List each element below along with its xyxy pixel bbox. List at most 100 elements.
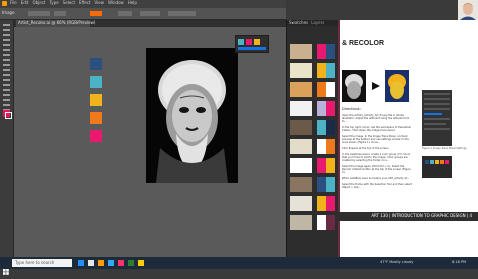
- menu-item[interactable]: File: [10, 1, 17, 5]
- taskbar-app-icon[interactable]: [108, 260, 114, 266]
- taskbar-app-icon[interactable]: [78, 260, 84, 266]
- menu-item[interactable]: Type: [49, 1, 58, 5]
- tool-icon[interactable]: [3, 89, 10, 91]
- document-tab-bar: Artist_Recolor.ai @ 66% (RGB/Preview): [14, 20, 286, 27]
- taskbar-search-placeholder: Type here to search: [15, 260, 55, 265]
- tool-icon[interactable]: [3, 69, 10, 71]
- tool-icon[interactable]: [3, 74, 10, 76]
- tool-icon[interactable]: [3, 49, 10, 51]
- instruction-step: Select the image again (Ctrl/Cmd + A). S…: [342, 165, 411, 174]
- instruction-document: & RECOLOR Directions: Open the Art101_Ac…: [338, 20, 478, 257]
- stroke-color-icon[interactable]: [5, 112, 12, 119]
- taskbar-app-icon[interactable]: [138, 260, 144, 266]
- tool-icon[interactable]: [3, 24, 10, 26]
- color-group-strip[interactable]: [317, 196, 335, 211]
- instruction-step: Select the frame with the Selection Tool…: [342, 183, 412, 189]
- color-group-strip[interactable]: [317, 215, 335, 230]
- color-group-strip[interactable]: [317, 101, 335, 116]
- control-bar: Image: [0, 8, 286, 20]
- panel-progress: [238, 47, 266, 50]
- library-thumbnail[interactable]: [290, 101, 312, 116]
- taskbar-app-icon[interactable]: [88, 260, 94, 266]
- image-trace-panel-figure: [422, 90, 452, 146]
- color-group-strip[interactable]: [317, 63, 335, 78]
- menu-item[interactable]: Edit: [21, 1, 29, 5]
- mask-button[interactable]: [118, 11, 132, 16]
- library-thumbnail[interactable]: [290, 177, 312, 192]
- color-swatch[interactable]: [90, 58, 102, 70]
- panel-swatch-icon: [254, 39, 260, 45]
- clock: 8:18 PM: [452, 260, 467, 264]
- library-thumbnail[interactable]: [290, 63, 312, 78]
- taskbar-app-icon[interactable]: [98, 260, 104, 266]
- tab-swatches[interactable]: Swatches: [289, 21, 308, 26]
- instruction-step: Open the Art101_Activity_Art_01.jpg file…: [342, 114, 410, 123]
- doc-heading: & RECOLOR: [342, 40, 384, 47]
- panel-swatch-icon: [246, 39, 252, 45]
- opacity-field[interactable]: [168, 11, 196, 16]
- color-group-strip[interactable]: [317, 82, 335, 97]
- webcam-feed: [458, 0, 478, 20]
- taskbar-app-icon[interactable]: [118, 260, 124, 266]
- arrow-right-icon: [372, 82, 380, 90]
- tool-icon[interactable]: [3, 34, 10, 36]
- crop-image-button[interactable]: [140, 11, 160, 16]
- color-group-strip[interactable]: [317, 139, 335, 154]
- instruction-step: When satisfied, save and place your ART_…: [342, 177, 410, 180]
- figure-caption: Figure 1 Image Trace Panel Settings: [422, 147, 467, 150]
- portrait-image[interactable]: [146, 48, 238, 183]
- tools-panel: [0, 20, 14, 257]
- library-thumbnail[interactable]: [290, 215, 312, 230]
- tool-icon[interactable]: [3, 104, 10, 106]
- color-group-strip[interactable]: [317, 158, 335, 173]
- artboard[interactable]: [146, 48, 238, 183]
- image-trace-button[interactable]: [90, 11, 102, 16]
- library-thumbnail[interactable]: [290, 139, 312, 154]
- tool-icon[interactable]: [3, 64, 10, 66]
- bw-portrait-thumbnail: [342, 70, 366, 102]
- doc-accent-bar: [338, 20, 340, 257]
- embed-button[interactable]: [54, 11, 66, 16]
- taskbar-search-box[interactable]: Type here to search: [12, 259, 72, 267]
- menu-item[interactable]: View: [95, 1, 105, 5]
- tool-icon[interactable]: [3, 79, 10, 81]
- tool-icon[interactable]: [3, 54, 10, 56]
- start-icon[interactable]: [3, 260, 9, 275]
- color-group-strip[interactable]: [317, 44, 335, 59]
- tool-icon[interactable]: [3, 29, 10, 31]
- tool-icon[interactable]: [3, 39, 10, 41]
- color-swatch[interactable]: [90, 130, 102, 142]
- directions-label: Directions:: [342, 107, 361, 111]
- tool-icon[interactable]: [3, 59, 10, 61]
- control-bar-label: Image: [2, 10, 15, 15]
- taskbar: Type here to search 47°F Mostly cloudy 8…: [0, 257, 478, 275]
- library-thumbnail[interactable]: [290, 82, 312, 97]
- tool-icon[interactable]: [3, 44, 10, 46]
- link-button[interactable]: [28, 11, 50, 16]
- library-thumbnail[interactable]: [290, 44, 312, 59]
- tool-icon[interactable]: [3, 84, 10, 86]
- color-group-strip[interactable]: [317, 120, 335, 135]
- tab-layers[interactable]: Layers: [311, 21, 324, 26]
- menu-item[interactable]: Select: [63, 1, 75, 5]
- color-swatch[interactable]: [90, 94, 102, 106]
- tool-icon[interactable]: [3, 94, 10, 96]
- library-thumbnail[interactable]: [290, 158, 312, 173]
- color-swatch[interactable]: [90, 112, 102, 124]
- document-tab[interactable]: Artist_Recolor.ai @ 66% (RGB/Preview): [16, 20, 95, 27]
- menu-item[interactable]: Window: [108, 1, 124, 5]
- color-swatch[interactable]: [90, 76, 102, 88]
- instruction-step: Select the image. In the Image Trace Pan…: [342, 135, 409, 144]
- right-panel: Swatches Layers: [286, 20, 341, 257]
- right-panel-tabs: Swatches Layers: [287, 20, 341, 26]
- menu-item[interactable]: Help: [128, 1, 137, 5]
- color-group-strip[interactable]: [317, 177, 335, 192]
- floating-panel[interactable]: [235, 35, 269, 53]
- menu-bar: File Edit Object Type Select Effect View Window…: [0, 0, 286, 8]
- library-thumbnail[interactable]: [290, 120, 312, 135]
- menu-item[interactable]: Object: [32, 1, 45, 5]
- taskbar-app-icon[interactable]: [128, 260, 134, 266]
- menu-item[interactable]: Effect: [79, 1, 91, 5]
- library-thumbnail[interactable]: [290, 196, 312, 211]
- tool-icon[interactable]: [3, 99, 10, 101]
